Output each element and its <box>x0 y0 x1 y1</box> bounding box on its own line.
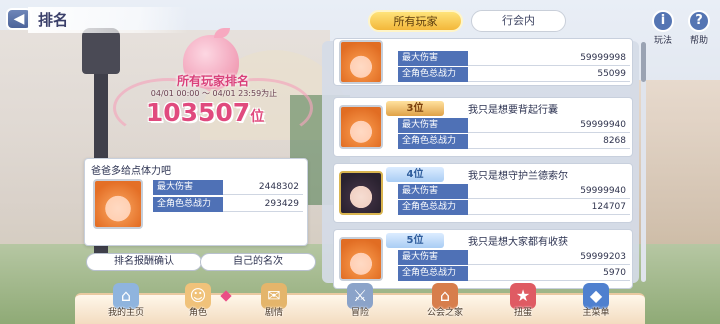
stat-label: 全角色总战力 <box>398 200 468 215</box>
stat-value: 59999940 <box>580 186 626 196</box>
stat-label: 最大伤害 <box>153 180 223 195</box>
max-damage: 最大伤害 59999940 <box>398 118 630 133</box>
nav-character[interactable]: ☺ 角色 <box>165 283 231 318</box>
street-lamp-head <box>82 28 120 74</box>
stat-label: 全角色总战力 <box>398 134 468 149</box>
my-rank-number: 103507位 <box>130 98 280 127</box>
stat-label: 全角色总战力 <box>153 197 223 212</box>
nav-label: 剧情 <box>264 308 283 318</box>
player-avatar[interactable] <box>339 40 383 84</box>
divider <box>468 264 630 265</box>
question-icon: ? <box>688 10 710 32</box>
nav-label: 主菜单 <box>582 308 610 318</box>
total-power: 全角色总战力 124707 <box>398 200 630 215</box>
ranking-screen: ◀ 排名 所有玩家 行会内 i 玩法 ? 帮助 所有玩家排名 04/01 00:… <box>0 0 720 324</box>
rank-title: 所有玩家排名 <box>176 74 249 88</box>
list-scroll-thumb[interactable] <box>641 42 646 82</box>
my-avatar[interactable] <box>93 179 143 229</box>
player-name: 我只是想要背起行囊 <box>468 105 558 116</box>
nav-label: 角色 <box>188 308 207 318</box>
stat-value: 55099 <box>597 69 626 79</box>
max-damage: 最大伤害 59999998 <box>398 51 630 66</box>
stat-value: 59999940 <box>580 120 626 130</box>
stat-label: 最大伤害 <box>398 250 468 265</box>
nav-label: 我的主页 <box>107 308 144 318</box>
ranking-entry[interactable]: 4位 我只是想守护兰德索尔 最大伤害 59999940 全角色总战力 12470… <box>333 163 633 223</box>
divider <box>468 148 630 149</box>
rules-label: 玩法 <box>653 36 672 46</box>
rank-unit: 位 <box>250 109 265 125</box>
total-power: 全角色总战力 55099 <box>398 67 630 82</box>
player-avatar[interactable] <box>339 171 383 215</box>
ranking-entry[interactable]: 5位 我只是想大家都有收获 最大伤害 59999203 全角色总战力 5970 <box>333 229 633 289</box>
stat-value: 59999998 <box>580 53 626 63</box>
nav-gacha[interactable]: ★ 扭蛋 <box>490 283 556 318</box>
rank-badge: 3位 <box>386 101 444 116</box>
page-title: 排名 <box>28 7 188 33</box>
nav-label: 冒险 <box>350 308 369 318</box>
my-rank-button[interactable]: 自己的名次 <box>200 253 316 271</box>
total-power: 全角色总战力 5970 <box>398 266 630 281</box>
divider <box>468 198 630 199</box>
my-player-name: 爸爸多给点体力吧 <box>91 166 171 177</box>
stat-value: 2448302 <box>258 182 299 192</box>
ranking-entry[interactable]: 3位 我只是想要背起行囊 最大伤害 59999940 全角色总战力 8268 <box>333 97 633 157</box>
help-button[interactable]: ? 帮助 <box>684 10 714 46</box>
divider <box>468 65 630 66</box>
back-arrow-icon: ◀ <box>13 11 25 27</box>
max-damage: 最大伤害 59999203 <box>398 250 630 265</box>
player-name: 我只是想守护兰德索尔 <box>468 171 568 182</box>
total-power: 全角色总战力 8268 <box>398 134 630 149</box>
nav-adventure[interactable]: ⚔ 冒险 <box>327 283 393 318</box>
rules-button[interactable]: i 玩法 <box>648 10 678 46</box>
stat-value: 124707 <box>591 202 626 212</box>
nav-story[interactable]: ✉ 剧情 <box>241 283 307 318</box>
nav-label: 公会之家 <box>426 308 463 318</box>
player-name: 我只是想大家都有收获 <box>468 237 568 248</box>
max-damage: 最大伤害 59999940 <box>398 184 630 199</box>
divider <box>468 214 630 215</box>
stat-label: 全角色总战力 <box>398 266 468 281</box>
stat-label: 最大伤害 <box>398 118 468 133</box>
stat-label: 最大伤害 <box>398 51 468 66</box>
divider <box>223 194 303 195</box>
stat-value: 5970 <box>603 268 626 278</box>
help-label: 帮助 <box>689 36 708 46</box>
divider <box>468 81 630 82</box>
stat-label: 全角色总战力 <box>398 67 468 82</box>
stat-label: 最大伤害 <box>398 184 468 199</box>
divider <box>468 280 630 281</box>
player-avatar[interactable] <box>339 237 383 281</box>
tab-all-players[interactable]: 所有玩家 <box>368 10 463 32</box>
stat-value: 293429 <box>264 199 299 209</box>
my-player-card: 爸爸多给点体力吧 最大伤害 2448302 全角色总战力 293429 <box>84 158 308 246</box>
rank-badge: 5位 <box>386 233 444 248</box>
divider <box>468 132 630 133</box>
ranking-entry[interactable]: 最大伤害 59999998 全角色总战力 55099 <box>333 38 633 86</box>
nav-home[interactable]: ⌂ 我的主页 <box>93 283 159 318</box>
stat-value: 59999203 <box>580 252 626 262</box>
stat-value: 8268 <box>603 136 626 146</box>
claim-reward-button[interactable]: 排名报酬确认 <box>86 253 202 271</box>
player-avatar[interactable] <box>339 105 383 149</box>
info-icon: i <box>652 10 674 32</box>
nav-main-menu[interactable]: ◆ 主菜单 <box>563 283 629 318</box>
my-max-damage: 最大伤害 2448302 <box>153 180 303 195</box>
nav-label: 扭蛋 <box>513 308 532 318</box>
my-total-power: 全角色总战力 293429 <box>153 197 303 212</box>
tab-in-guild[interactable]: 行会内 <box>471 10 566 32</box>
rank-value: 103507 <box>145 98 251 127</box>
divider <box>223 211 303 212</box>
rank-badge: 4位 <box>386 167 444 182</box>
nav-guild-house[interactable]: ⌂ 公会之家 <box>412 283 478 318</box>
